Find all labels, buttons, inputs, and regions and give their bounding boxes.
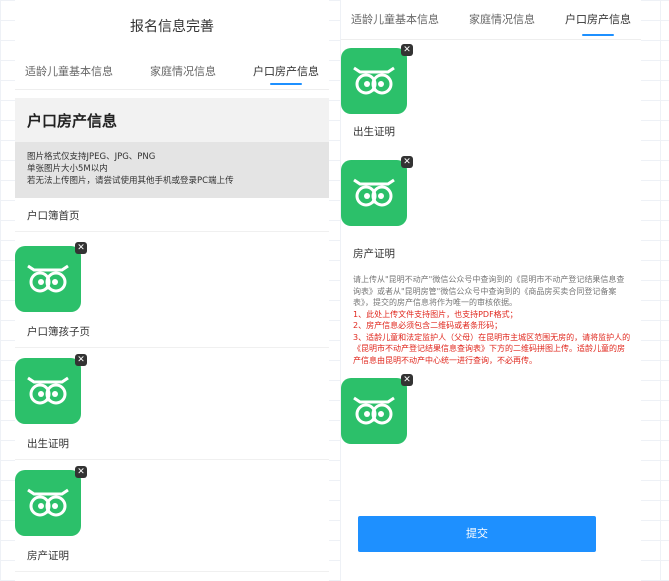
instruction-rule-3: 3、适龄儿童和法定监护人（父母）在昆明市主城区范围无房的，请将监护人的《昆明市不… <box>353 332 631 365</box>
instruction-rule-1: 1、此处上传文件支持图片，也支持PDF格式； <box>353 309 518 319</box>
tab-hukou-property[interactable]: 户口房产信息 <box>253 54 319 89</box>
upload-thumb-property[interactable]: ✕ <box>341 374 413 446</box>
instruction-rule-2: 2、房产信息必须包含二维码或者条形码； <box>353 321 503 330</box>
upload-label-property: 房产证明 <box>353 248 395 260</box>
close-icon[interactable]: ✕ <box>401 44 413 56</box>
owl-logo-icon <box>341 160 407 226</box>
section-title: 户口房产信息 <box>15 98 329 142</box>
tab-bar: 适龄儿童基本信息 家庭情况信息 户口房产信息 <box>341 0 641 40</box>
close-icon[interactable]: ✕ <box>75 466 87 478</box>
tab-child-info[interactable]: 适龄儿童基本信息 <box>351 0 439 40</box>
upload-label-hukou-child: 户口簿孩子页 <box>15 316 329 348</box>
close-icon[interactable]: ✕ <box>401 156 413 168</box>
upload-thumb-hukou-first[interactable]: ✕ <box>15 242 87 314</box>
page-title: 报名信息完善 <box>130 19 214 35</box>
left-phone-screen: 报名信息完善 适龄儿童基本信息 家庭情况信息 户口房产信息 户口房产信息 图片格… <box>15 0 329 581</box>
tab-hukou-property[interactable]: 户口房产信息 <box>565 0 631 40</box>
owl-logo-icon <box>15 470 81 536</box>
right-phone-screen: 适龄儿童基本信息 家庭情况信息 户口房产信息 ✕ 出生证明 ✕ 房产证明 请上传… <box>341 0 641 581</box>
upload-thumb-hukou-child[interactable]: ✕ <box>15 354 87 426</box>
note-size: 单张图片大小5M以内 <box>27 164 108 174</box>
tab-child-info[interactable]: 适龄儿童基本信息 <box>25 54 113 89</box>
owl-logo-icon <box>15 358 81 424</box>
upload-thumb-hukou-child[interactable]: ✕ <box>341 44 413 116</box>
owl-logo-icon <box>341 48 407 114</box>
upload-label-hukou-first: 户口簿首页 <box>15 200 329 232</box>
upload-label-property: 房产证明 <box>15 540 329 572</box>
note-format: 图片格式仅支持JPEG、JPG、PNG <box>27 152 156 162</box>
upload-label-birth: 出生证明 <box>353 126 395 138</box>
upload-thumb-birth[interactable]: ✕ <box>341 156 413 228</box>
close-icon[interactable]: ✕ <box>75 242 87 254</box>
instruction-text: 请上传从"昆明不动产"微信公众号中查询到的《昆明市不动产登记结果信息查询表》或者… <box>353 275 625 307</box>
submit-button[interactable]: 提交 <box>358 516 596 552</box>
property-upload-instructions: 请上传从"昆明不动产"微信公众号中查询到的《昆明市不动产登记结果信息查询表》或者… <box>341 268 641 366</box>
owl-logo-icon <box>341 378 407 444</box>
tab-bar: 适龄儿童基本信息 家庭情况信息 户口房产信息 <box>15 54 329 90</box>
owl-logo-icon <box>15 246 81 312</box>
upload-notes: 图片格式仅支持JPEG、JPG、PNG 单张图片大小5M以内 若无法上传图片，请… <box>15 142 329 198</box>
note-fallback: 若无法上传图片，请尝试使用其他手机或登录PC端上传 <box>27 176 234 186</box>
tab-family-info[interactable]: 家庭情况信息 <box>469 0 535 40</box>
tab-family-info[interactable]: 家庭情况信息 <box>150 54 216 89</box>
upload-label-birth: 出生证明 <box>15 428 329 460</box>
upload-thumb-birth[interactable]: ✕ <box>15 466 87 538</box>
close-icon[interactable]: ✕ <box>401 374 413 386</box>
close-icon[interactable]: ✕ <box>75 354 87 366</box>
